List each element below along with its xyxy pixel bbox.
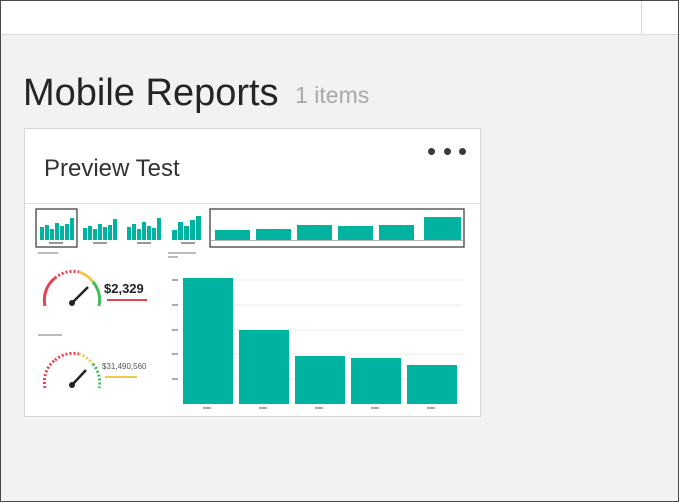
report-thumbnail[interactable]: $2,329 $31,490,560	[35, 208, 465, 414]
mini-chart-4	[168, 209, 209, 247]
gauge-2-value: $31,490,560	[102, 362, 147, 371]
mini-chart-3	[124, 209, 165, 247]
top-bar	[1, 1, 678, 35]
gauge-1: $2,329	[36, 250, 161, 330]
section-heading: Mobile Reports 1 items	[23, 71, 369, 117]
ellipsis-icon	[428, 147, 435, 155]
main-bar-chart	[165, 250, 464, 412]
item-count: 1 items	[295, 82, 370, 108]
report-title[interactable]: Preview Test	[44, 155, 180, 183]
tile-header: Preview Test	[25, 129, 480, 204]
more-options-button[interactable]	[428, 143, 466, 159]
top-bar-divider	[641, 1, 642, 34]
gauge-1-value: $2,329	[104, 281, 144, 296]
section-title: Mobile Reports	[23, 72, 279, 114]
mini-chart-2	[80, 209, 121, 247]
gauge-2: $31,490,560	[36, 332, 161, 412]
report-tile[interactable]: Preview Test $2,329 $31,490,560	[24, 128, 481, 417]
